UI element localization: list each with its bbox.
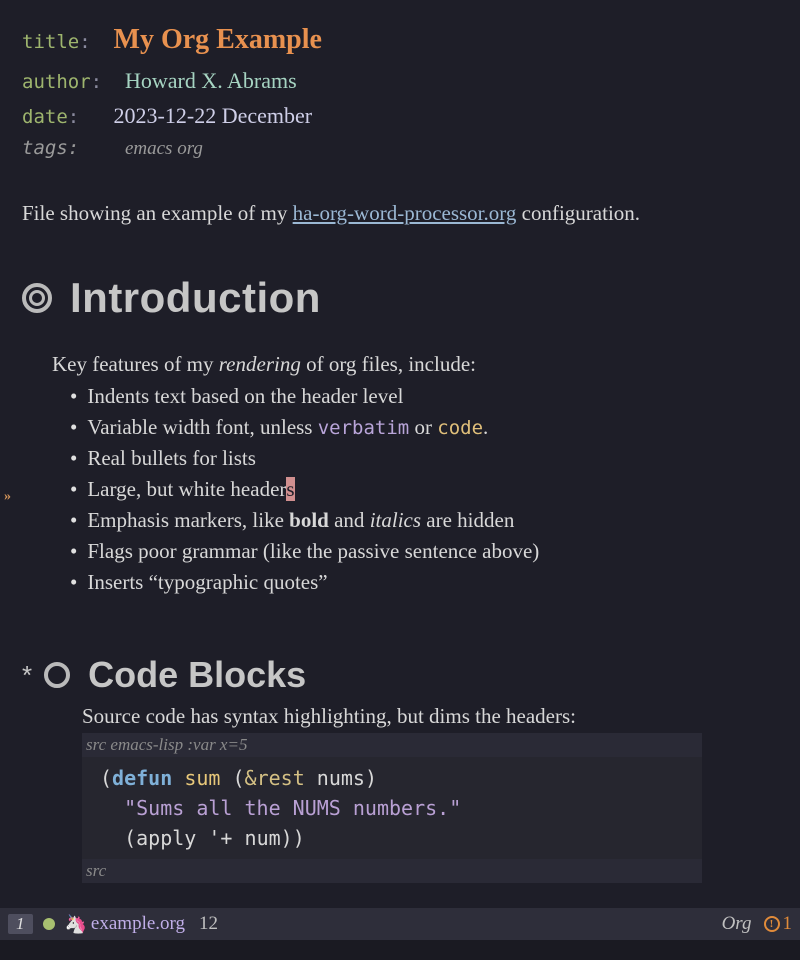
config-link[interactable]: ha-org-word-processor.org	[293, 201, 517, 225]
date-key: date	[22, 106, 68, 128]
heading-star-icon: *	[22, 660, 32, 691]
fringe-indicator-icon: »	[4, 489, 11, 505]
src-block-end: src	[82, 859, 702, 883]
meta-title: title: My Org Example	[22, 18, 778, 63]
list-item: Flags poor grammar (like the passive sen…	[70, 536, 778, 567]
list-item: Inserts “typographic quotes”	[70, 567, 778, 598]
code-intro-text: Source code has syntax highlighting, but…	[82, 704, 778, 729]
list-item: Real bullets for lists	[70, 443, 778, 474]
major-mode[interactable]: Org	[722, 913, 752, 935]
list-item: Indents text based on the header level	[70, 381, 778, 412]
modified-indicator-icon	[43, 918, 55, 930]
author-key: author	[22, 71, 91, 93]
tags-value: emacs org	[125, 138, 203, 159]
date-value: 2023-12-22 December	[114, 103, 313, 128]
window-number: 1	[8, 914, 33, 934]
title-key: title	[22, 31, 79, 53]
code-text: code	[437, 417, 483, 439]
features-intro: Key features of my rendering of org file…	[52, 352, 778, 377]
intro-paragraph: File showing an example of my ha-org-wor…	[22, 201, 778, 226]
mode-line[interactable]: 1 🦄 example.org 12 Org ! 1	[0, 908, 800, 940]
code-line: (apply '+ num))	[100, 823, 684, 853]
minibuffer[interactable]	[0, 940, 800, 960]
code-line: (defun sum (&rest nums)	[100, 763, 684, 793]
code-line: "Sums all the NUMS numbers."	[100, 793, 684, 823]
title-value: My Org Example	[114, 24, 322, 55]
heading-text: Introduction	[70, 274, 321, 322]
buffer-icon: 🦄	[65, 914, 87, 935]
list-item: Large, but white headers	[70, 474, 778, 505]
list-item: Emphasis markers, like bold and italics …	[70, 505, 778, 536]
flycheck-warnings[interactable]: ! 1	[764, 913, 793, 935]
line-number: 12	[199, 913, 218, 935]
meta-author: author: Howard X. Abrams	[22, 63, 778, 98]
heading-code-blocks[interactable]: * Code Blocks	[22, 654, 778, 696]
heading-introduction[interactable]: Introduction	[22, 274, 778, 322]
tags-key: tags:	[22, 137, 79, 159]
src-block-begin: src emacs-lisp :var x=5	[82, 733, 702, 757]
cursor-position: s	[286, 477, 294, 501]
list-item: Variable width font, unless verbatim or …	[70, 412, 778, 443]
editor-buffer[interactable]: title: My Org Example author: Howard X. …	[0, 0, 800, 910]
heading-text: Code Blocks	[88, 654, 306, 696]
verbatim-text: verbatim	[318, 417, 410, 439]
warning-count: 1	[783, 913, 793, 935]
features-list: Indents text based on the header level V…	[70, 381, 778, 599]
author-value: Howard X. Abrams	[125, 68, 297, 93]
source-code-block[interactable]: (defun sum (&rest nums) "Sums all the NU…	[82, 757, 702, 859]
warning-icon: !	[764, 916, 780, 932]
meta-tags: tags: emacs org	[22, 133, 778, 164]
heading-bullet-icon	[22, 283, 52, 313]
heading-bullet-icon	[44, 662, 70, 688]
meta-date: date: 2023-12-22 December	[22, 98, 778, 133]
buffer-filename[interactable]: example.org	[91, 913, 185, 935]
